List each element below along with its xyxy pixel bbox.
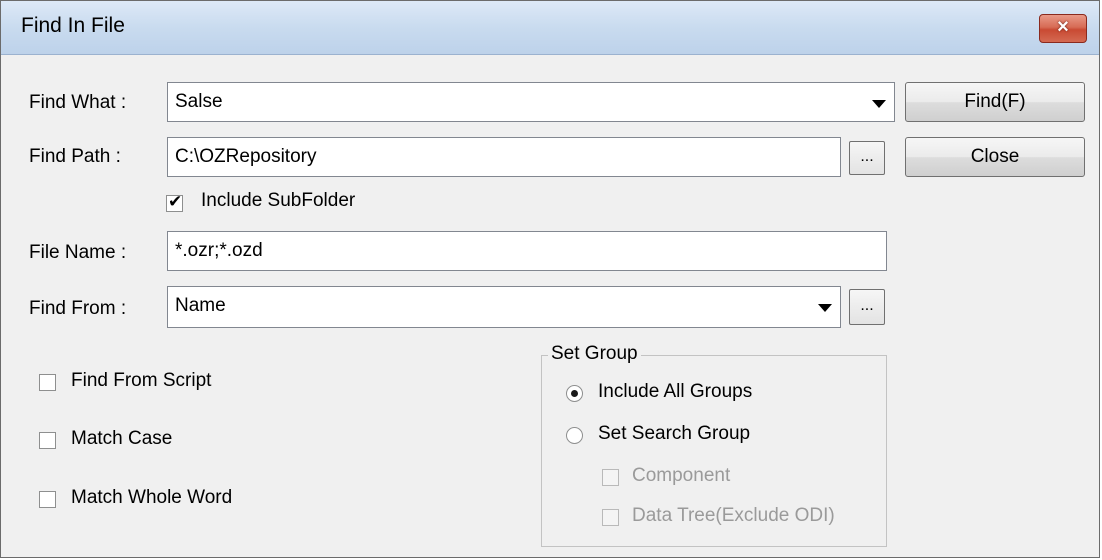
find-from-script-label: Find From Script (71, 370, 212, 391)
file-name-value: *.ozr;*.ozd (175, 240, 263, 261)
find-path-value: C:\OZRepository (175, 146, 317, 167)
close-button[interactable]: Close (905, 137, 1085, 177)
find-what-value: Salse (175, 91, 223, 112)
window-title: Find In File (21, 14, 125, 37)
match-whole-word-checkbox[interactable] (39, 491, 56, 508)
include-all-groups-label: Include All Groups (598, 381, 753, 402)
chevron-down-icon[interactable] (861, 84, 893, 120)
include-subfolder-checkbox[interactable] (166, 192, 183, 212)
find-from-value: Name (175, 295, 226, 316)
include-subfolder-label: Include SubFolder (201, 190, 356, 211)
close-icon: × (1057, 16, 1069, 38)
dialog-body: Find What : Salse Find Path : C:\OZRepos… (7, 55, 1095, 553)
set-search-group-label: Set Search Group (598, 423, 751, 444)
find-from-browse-button[interactable]: ... (849, 289, 885, 325)
find-from-combobox[interactable]: Name (167, 286, 841, 328)
file-name-input[interactable]: *.ozr;*.ozd (167, 231, 887, 271)
component-checkbox[interactable] (602, 469, 619, 486)
find-from-script-checkbox[interactable] (39, 374, 56, 391)
chevron-down-icon[interactable] (807, 288, 839, 326)
find-from-label: Find From : (29, 298, 127, 319)
find-what-combobox[interactable]: Salse (167, 82, 895, 122)
match-whole-word-label: Match Whole Word (71, 487, 233, 508)
file-name-label: File Name : (29, 242, 127, 263)
title-bar: Find In File × (1, 1, 1099, 55)
set-group-box: Set Group Include All Groups Set Search … (541, 343, 887, 547)
close-window-button[interactable]: × (1039, 14, 1087, 43)
data-tree-checkbox[interactable] (602, 509, 619, 526)
match-case-checkbox[interactable] (39, 432, 56, 449)
find-path-input[interactable]: C:\OZRepository (167, 137, 841, 177)
set-group-legend: Set Group (548, 343, 641, 365)
find-in-file-dialog: Find In File × Find What : Salse Find Pa… (0, 0, 1100, 558)
data-tree-label: Data Tree(Exclude ODI) (632, 505, 835, 526)
find-path-label: Find Path : (29, 146, 121, 167)
include-all-groups-radio[interactable] (566, 385, 583, 402)
find-what-label: Find What : (29, 92, 127, 113)
match-case-label: Match Case (71, 428, 173, 449)
find-button[interactable]: Find(F) (905, 82, 1085, 122)
set-search-group-radio[interactable] (566, 427, 583, 444)
find-path-browse-button[interactable]: ... (849, 141, 885, 175)
component-label: Component (632, 465, 731, 486)
